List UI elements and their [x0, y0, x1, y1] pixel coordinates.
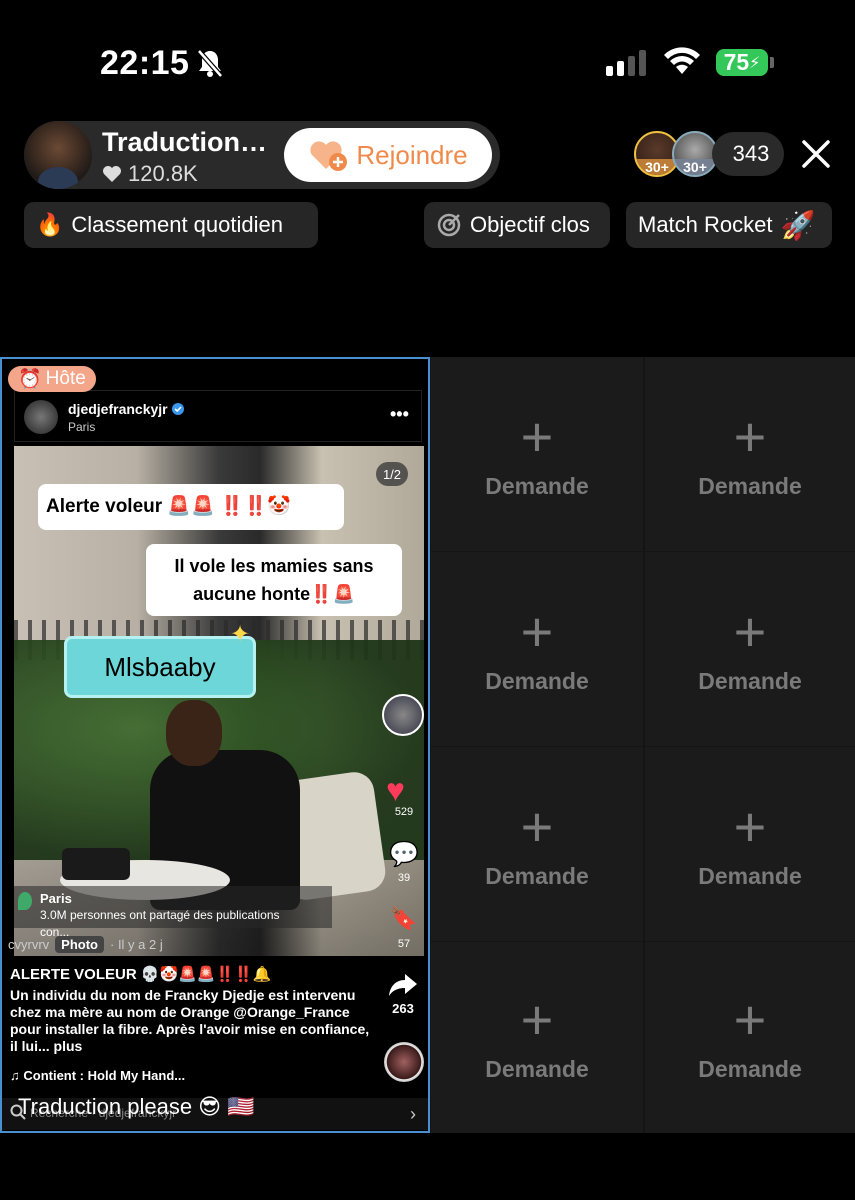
text-bubble-marks: ‼️‼️🤡 [220, 496, 292, 517]
guest-slot[interactable]: + Demande [431, 552, 643, 746]
photo-meta-user: cvyrvrv [8, 937, 50, 952]
comment-count: 39 [397, 872, 411, 884]
status-time: 22:15 [100, 44, 190, 82]
post-location: Paris [68, 420, 96, 434]
daily-ranking-chip[interactable]: 🔥 Classement quotidien [24, 202, 318, 248]
plus-icon: + [733, 404, 767, 468]
target-icon [437, 213, 461, 237]
goal-chip[interactable]: Objectif clos [424, 202, 610, 248]
photo-bag [62, 848, 130, 880]
post-author-avatar [24, 400, 58, 434]
slot-label: Demande [485, 472, 589, 499]
goal-chip-label: Objectif clos [470, 212, 590, 237]
wifi-icon [664, 47, 700, 74]
viewer-count[interactable]: 343 [712, 132, 784, 176]
post-username-text: djedjefranckyjr [68, 401, 168, 417]
save-count: 57 [397, 938, 411, 950]
fire-icon: 🔥 [36, 212, 64, 237]
chevron-right-icon: › [410, 1104, 416, 1124]
heart-plus-icon [310, 141, 348, 171]
rocket-icon: 🚀 [780, 209, 816, 241]
host-badge-icon: ⏰ [18, 369, 42, 390]
guest-slot[interactable]: + Demande [645, 942, 855, 1133]
photo-time: · Il y a 2 j [110, 937, 163, 952]
like-icon: ♥ [386, 772, 405, 808]
plus-icon: + [520, 404, 554, 468]
plus-icon: + [733, 599, 767, 663]
post-caption: ALERTE VOLEUR 💀🤡🚨🚨‼️‼️🔔 Un individu du n… [10, 966, 380, 1055]
slot-label: Demande [485, 862, 589, 889]
guest-slot[interactable]: + Demande [645, 357, 855, 551]
guest-slot[interactable]: + Demande [431, 747, 643, 941]
slot-label: Demande [485, 667, 589, 694]
match-rocket-chip[interactable]: Match Rocket 🚀 [626, 202, 832, 248]
battery-tip [770, 57, 774, 68]
text-bubble-text: Alerte voleur 🚨🚨 [46, 496, 215, 517]
viewer-rank-badge: 30+ [674, 159, 716, 175]
music-info: ♫ Contient : Hold My Hand... [10, 1068, 186, 1083]
bell-muted-icon [197, 49, 223, 78]
guest-slot[interactable]: + Demande [645, 552, 855, 746]
photo-tag: Photo [55, 936, 104, 953]
join-button[interactable]: Rejoindre [284, 128, 492, 182]
host-badge-label: Hôte [45, 368, 86, 389]
music-disc-icon [384, 1042, 424, 1082]
page-counter: 1/2 [376, 462, 408, 486]
side-avatar [382, 694, 424, 736]
slot-label: Demande [485, 1056, 589, 1082]
host-likes: 120.8K [102, 161, 198, 187]
viewer-rank-badge: 30+ [636, 159, 678, 175]
comment-icon: 💬 [389, 841, 419, 868]
share-button: 263 [386, 972, 420, 1016]
host-name: Traduction… [102, 127, 268, 157]
username-sticker: Mlsbaaby [64, 636, 256, 698]
host-badge: ⏰ Hôte [8, 366, 96, 392]
text-bubble-line: aucune honte [193, 584, 311, 604]
share-icon [389, 974, 417, 996]
plus-icon: + [520, 794, 554, 858]
text-bubble-line: Il vole les mamies sans [174, 556, 374, 576]
caption-body: Un individu du nom de Francky Djedje est… [10, 987, 370, 1054]
text-bubble: Alerte voleur 🚨🚨 ‼️‼️🤡 [38, 484, 344, 530]
text-bubble-marks: ‼️🚨 [310, 584, 355, 604]
slot-label: Demande [698, 1056, 802, 1082]
share-count: 263 [392, 1001, 414, 1016]
plus-icon: + [520, 988, 554, 1051]
slot-label: Demande [698, 472, 802, 499]
like-count: 529 [394, 806, 414, 818]
live-comment-overlay: Traduction please 😎 🇺🇸 [18, 1094, 255, 1119]
join-button-label: Rejoindre [356, 139, 468, 170]
bookmark-icon: 🔖 [390, 906, 418, 931]
cellular-signal-icon [606, 50, 646, 76]
caption-title: ALERTE VOLEUR 💀🤡🚨🚨‼️‼️🔔 [10, 966, 272, 983]
plus-icon: + [733, 794, 767, 858]
location-banner: Paris 3.0M personnes ont partagé des pub… [14, 886, 332, 939]
host-likes-count: 120.8K [128, 161, 198, 186]
more-options-icon: ••• [390, 404, 409, 424]
post-username: djedjefranckyjr [68, 401, 184, 417]
location-pin-icon [18, 892, 32, 910]
plus-icon: + [733, 988, 767, 1051]
close-icon[interactable] [796, 134, 836, 174]
host-avatar[interactable] [24, 121, 92, 189]
slot-label: Demande [698, 862, 802, 889]
text-bubble: Il vole les mamies sans aucune honte‼️🚨 [146, 544, 402, 616]
match-rocket-label: Match Rocket [638, 212, 773, 237]
battery-icon: 75 ⚡ [716, 49, 768, 76]
guest-slot[interactable]: + Demande [645, 747, 855, 941]
location-name: Paris [40, 891, 72, 906]
guest-slot[interactable]: + Demande [431, 357, 643, 551]
photo-meta: cvyrvrv Photo · Il y a 2 j [8, 936, 163, 953]
slot-label: Demande [698, 667, 802, 694]
guest-slot[interactable]: + Demande [431, 942, 643, 1133]
plus-icon: + [520, 599, 554, 663]
sparkle-icon: ✦ [230, 621, 251, 648]
verified-icon [171, 403, 184, 415]
battery-level: 75 [723, 49, 750, 75]
heart-icon [103, 166, 121, 182]
photo-person-head [166, 700, 222, 766]
daily-ranking-label: Classement quotidien [71, 212, 283, 237]
